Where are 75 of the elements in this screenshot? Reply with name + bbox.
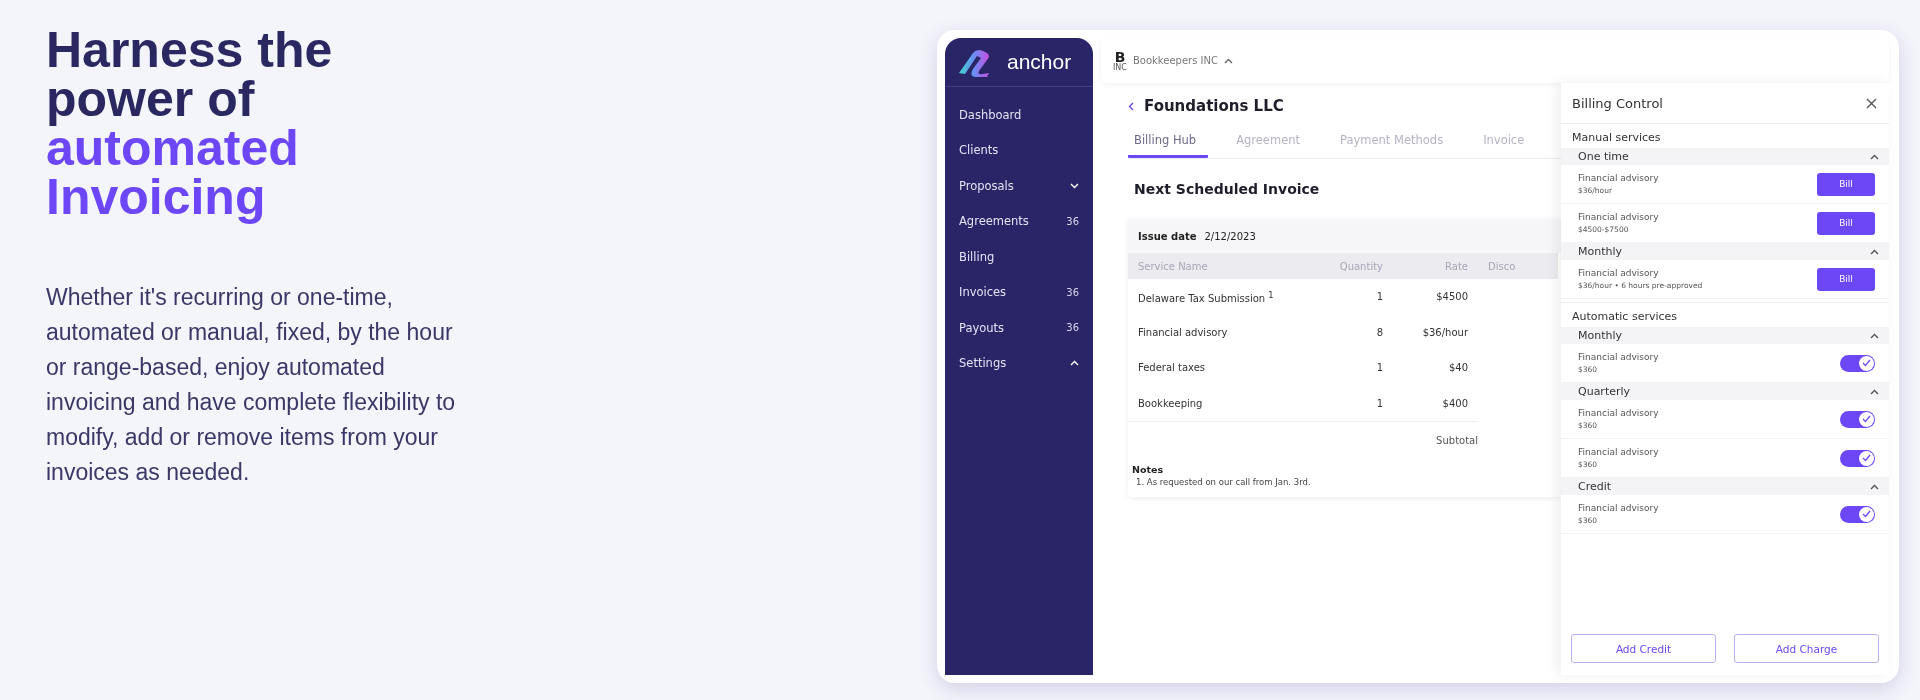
sidebar-item[interactable]: Dashboard [945,97,1093,133]
chevron-icon[interactable] [1870,332,1879,339]
sidebar-item[interactable]: Agreements 36 [945,203,1093,239]
client-name: Foundations LLC [1144,97,1284,115]
table-cell: $40 [1448,362,1468,374]
tab[interactable]: Billing Hub [1128,129,1209,158]
table-cell: Delaware Tax Submission $^{1}$ [1138,289,1274,304]
action-button[interactable]: Add Credit [1571,634,1716,663]
org-logo: B INC [1113,49,1127,72]
issue-date: 2/12/2023 [1204,230,1256,242]
service-name: Financial advisory [1578,173,1659,183]
table-cell: 1 [1376,397,1383,409]
chevron-icon[interactable] [1870,248,1879,255]
group-header[interactable]: Monthly [1561,327,1889,344]
sidebar-item[interactable]: Settings [945,345,1093,381]
group-header[interactable]: One time [1561,148,1889,165]
table-cell: Federal taxes [1138,362,1206,374]
section-title: Next Scheduled Invoice [1134,181,1321,197]
table-cell: 8 [1376,326,1383,338]
service-name: Financial advisory [1578,447,1659,457]
count-label: 36 [1066,286,1079,298]
check-icon [1862,454,1871,462]
column-header: Quantity [1308,253,1393,279]
group-header[interactable]: Credit [1561,478,1889,495]
subtotal-label: Subtotal [1436,434,1478,446]
count-label: 36 [1066,215,1079,227]
headline: Harness the power of automated Invoicing [46,26,334,222]
org-name[interactable]: Bookkeepers INC [1132,55,1218,66]
toggle-switch[interactable] [1840,354,1875,372]
table-cell: $400 [1442,397,1468,409]
sidebar-item[interactable]: Clients [945,132,1093,168]
check-icon [1862,359,1871,367]
service-name: Financial advisory [1578,408,1659,418]
service-name: Financial advisory [1578,212,1659,222]
panel-title: Billing Control [1572,95,1663,111]
action-button[interactable]: Add Charge [1734,634,1879,663]
brand-name: anchor [1007,50,1072,74]
back-icon[interactable] [1128,101,1134,111]
table-cell: $36/hour [1422,326,1468,338]
description: Whether it's recurring or one-time, automated or manual, fixed, by the hour or range-based, enjoy automated invoicing and have complete flexibility to modify, add or remove items from your invoices as needed. [46,283,457,487]
toggle-switch[interactable] [1840,449,1875,467]
issue-label: Issue date [1138,230,1197,242]
table-cell: Bookkeeping [1138,397,1203,409]
chevron-icon[interactable] [1870,388,1879,395]
column-header: Rate [1393,253,1478,279]
section-heading: Manual services [1571,130,1662,146]
count-label: 36 [1066,322,1079,334]
table-cell: 1 [1376,291,1383,303]
sidebar-item[interactable]: Billing [945,239,1093,275]
notes-title: Notes [1132,464,1165,475]
service-name: Financial advisory [1578,352,1659,362]
check-icon [1862,415,1871,423]
column-header: Service Name [1128,253,1308,279]
service-name: Financial advisory [1578,268,1660,278]
chevron-icon[interactable] [1224,57,1233,64]
chevron-icon[interactable] [1870,483,1879,490]
table-cell: $4500 [1436,291,1468,303]
table-cell: 1 [1376,362,1383,374]
bill-button[interactable]: Bill [1817,172,1875,196]
bill-button[interactable]: Bill [1817,267,1875,291]
toggle-switch[interactable] [1840,505,1875,523]
note-text: 1. As requested on our call from Jan. 3rd. [1136,477,1312,487]
toggle-switch[interactable] [1840,410,1875,428]
column-header: Disco [1478,253,1558,279]
section-heading: Automatic services [1571,309,1679,325]
sidebar-item[interactable]: Payouts 36 [945,310,1093,346]
service-name: Financial advisory [1578,503,1659,513]
sidebar-item[interactable]: Invoices 36 [945,274,1093,310]
group-header[interactable]: Quarterly [1561,383,1889,400]
bill-button[interactable]: Bill [1817,211,1875,235]
group-header[interactable]: Monthly [1561,243,1889,260]
table-cell: Financial advisory [1138,326,1228,338]
chevron-icon[interactable] [1870,153,1879,160]
check-icon [1862,510,1871,518]
sidebar-item[interactable]: Proposals [945,168,1093,204]
